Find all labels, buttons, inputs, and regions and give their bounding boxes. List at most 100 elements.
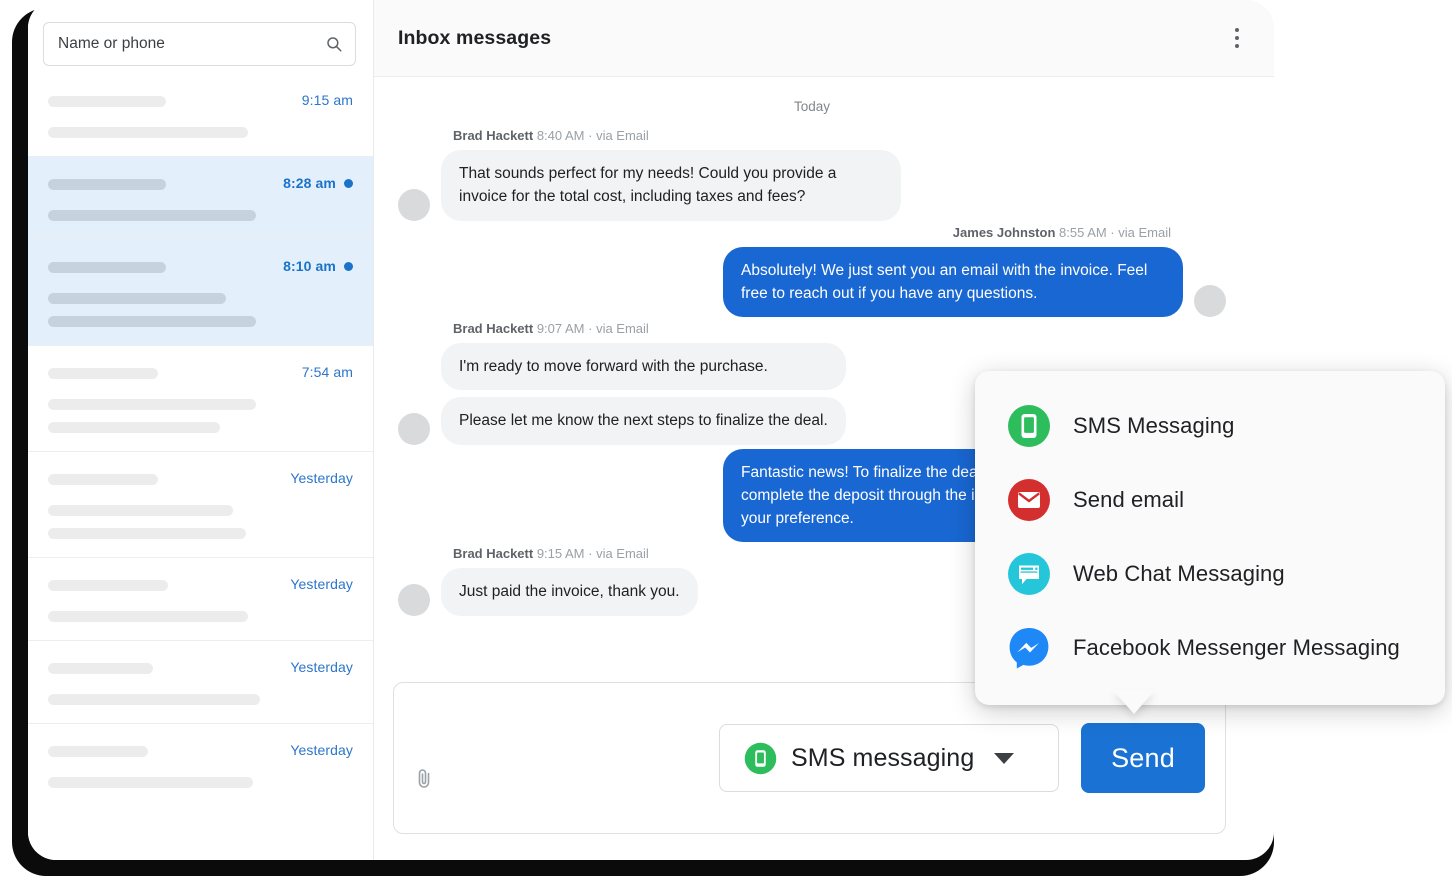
conversation-timestamp-wrap: 8:10 am — [283, 258, 353, 276]
message-meta: James Johnston 8:55 AM · via Email — [398, 225, 1171, 240]
conversation-preview-lines — [48, 293, 353, 327]
conversation-list-item[interactable]: 8:10 am — [28, 239, 373, 345]
kebab-dot — [1235, 28, 1239, 32]
conversation-timestamp: Yesterday — [290, 470, 353, 486]
conversation-list-item[interactable]: 9:15 am — [28, 74, 373, 156]
conversation-name-placeholder — [48, 663, 153, 674]
conversation-preview-lines — [48, 611, 353, 622]
conversation-timestamp-wrap: Yesterday — [290, 470, 353, 488]
channel-selector[interactable]: SMS messaging — [719, 724, 1059, 792]
search-box[interactable] — [43, 22, 356, 66]
paperclip-icon[interactable] — [412, 765, 436, 793]
conversation-name-placeholder — [48, 746, 148, 757]
avatar — [398, 413, 430, 445]
conversation-preview-placeholder — [48, 210, 256, 221]
conversation-preview-lines — [48, 399, 353, 433]
conversation-list[interactable]: 9:15 am 8:28 am 8:10 am 7:54 am Yesterday Yes… — [28, 74, 373, 806]
conversation-timestamp: 8:28 am — [283, 175, 336, 191]
message-meta: Brad Hackett 8:40 AM · via Email — [453, 128, 1226, 143]
unread-indicator-dot — [344, 262, 353, 271]
channel-popup-items: SMS Messaging Send email Web Chat Messagin… — [975, 389, 1445, 685]
conversation-name-placeholder — [48, 368, 158, 379]
unread-indicator-dot — [344, 179, 353, 188]
message-block: Brad Hackett 8:40 AM · via Email That sou… — [398, 128, 1226, 221]
web-chat-window-icon — [1007, 552, 1051, 596]
sms-phone-icon — [1007, 404, 1051, 448]
conversation-preview-lines — [48, 777, 353, 788]
screenshot-stage: 9:15 am 8:28 am 8:10 am 7:54 am Yesterday Yes… — [0, 0, 1452, 884]
search-input[interactable] — [58, 35, 325, 53]
send-button[interactable]: Send — [1081, 723, 1205, 793]
messenger-bolt-icon — [1007, 626, 1051, 670]
conversation-list-item[interactable]: 8:28 am — [28, 156, 373, 239]
conversation-item-header: 7:54 am — [48, 364, 353, 382]
channel-option-4[interactable]: Facebook Messenger Messaging — [975, 611, 1445, 685]
conversation-list-item[interactable]: 7:54 am — [28, 345, 373, 451]
channel-option-label: Web Chat Messaging — [1073, 561, 1285, 587]
conversation-preview-placeholder — [48, 611, 248, 622]
kebab-dot — [1235, 44, 1239, 48]
conversation-item-header: Yesterday — [48, 470, 353, 488]
conversation-timestamp-wrap: Yesterday — [290, 742, 353, 760]
conversation-item-header: Yesterday — [48, 576, 353, 594]
channel-option-label: SMS Messaging — [1073, 413, 1234, 439]
conversation-list-item[interactable]: Yesterday — [28, 557, 373, 640]
conversation-timestamp: 9:15 am — [302, 92, 353, 108]
message-sender-name: Brad Hackett — [453, 128, 533, 143]
conversation-preview-placeholder — [48, 777, 253, 788]
chevron-down-icon[interactable] — [994, 753, 1014, 764]
message-time-channel: 8:40 AM · via Email — [533, 128, 649, 143]
channel-option-2[interactable]: Send email — [975, 463, 1445, 537]
conversation-name-placeholder — [48, 580, 168, 591]
kebab-menu-icon[interactable] — [1222, 23, 1252, 53]
conversation-preview-placeholder — [48, 694, 260, 705]
message-row: Absolutely! We just sent you an email wi… — [398, 247, 1226, 318]
conversation-sidebar: 9:15 am 8:28 am 8:10 am 7:54 am Yesterday Yes… — [28, 0, 374, 860]
composer-actions: SMS messaging Send — [719, 723, 1205, 793]
conversation-preview-placeholder — [48, 293, 226, 304]
conversation-preview-placeholder — [48, 399, 256, 410]
conversation-timestamp: 8:10 am — [283, 258, 336, 274]
conversation-timestamp-wrap: Yesterday — [290, 576, 353, 594]
conversation-item-header: Yesterday — [48, 659, 353, 677]
message-bubble: Please let me know the next steps to fin… — [441, 397, 846, 444]
conversation-preview-placeholder — [48, 127, 248, 138]
message-time-channel: 9:07 AM · via Email — [533, 321, 649, 336]
conversation-list-item[interactable]: Yesterday — [28, 723, 373, 806]
message-meta: Brad Hackett 9:07 AM · via Email — [453, 321, 1226, 336]
conversation-preview-lines — [48, 694, 353, 705]
conversation-item-header: 8:28 am — [48, 175, 353, 193]
channel-option-3[interactable]: Web Chat Messaging — [975, 537, 1445, 611]
message-time-channel: 8:55 AM · via Email — [1055, 225, 1171, 240]
conversation-preview-placeholder — [48, 316, 256, 327]
conversation-name-placeholder — [48, 96, 166, 107]
conversation-timestamp: 7:54 am — [302, 364, 353, 380]
message-bubble: I'm ready to move forward with the purch… — [441, 343, 846, 390]
conversation-name-placeholder — [48, 179, 166, 190]
sms-phone-icon — [744, 742, 777, 775]
conversation-list-item[interactable]: Yesterday — [28, 451, 373, 557]
channel-popup-menu[interactable]: SMS Messaging Send email Web Chat Messagin… — [975, 371, 1445, 705]
conversation-item-header: Yesterday — [48, 742, 353, 760]
channel-option-1[interactable]: SMS Messaging — [975, 389, 1445, 463]
conversation-preview-placeholder — [48, 422, 220, 433]
channel-option-label: Send email — [1073, 487, 1184, 513]
message-bubble: Absolutely! We just sent you an email wi… — [723, 247, 1183, 318]
conversation-preview-lines — [48, 127, 353, 138]
conversation-timestamp: Yesterday — [290, 659, 353, 675]
avatar — [398, 584, 430, 616]
conversation-item-header: 9:15 am — [48, 92, 353, 110]
message-bubble: Just paid the invoice, thank you. — [441, 568, 698, 615]
conversation-timestamp: Yesterday — [290, 742, 353, 758]
channel-option-label: Facebook Messenger Messaging — [1073, 635, 1400, 661]
email-envelope-icon — [1007, 478, 1051, 522]
message-sender-name: James Johnston — [953, 225, 1056, 240]
conversation-list-item[interactable]: Yesterday — [28, 640, 373, 723]
search-icon[interactable] — [325, 35, 343, 53]
message-sender-name: Brad Hackett — [453, 546, 533, 561]
message-block: James Johnston 8:55 AM · via Email Absolu… — [398, 225, 1226, 318]
message-bubble: That sounds perfect for my needs! Could … — [441, 150, 901, 221]
conversation-timestamp-wrap: 7:54 am — [302, 364, 353, 382]
conversation-item-header: 8:10 am — [48, 258, 353, 276]
conversation-timestamp: Yesterday — [290, 576, 353, 592]
